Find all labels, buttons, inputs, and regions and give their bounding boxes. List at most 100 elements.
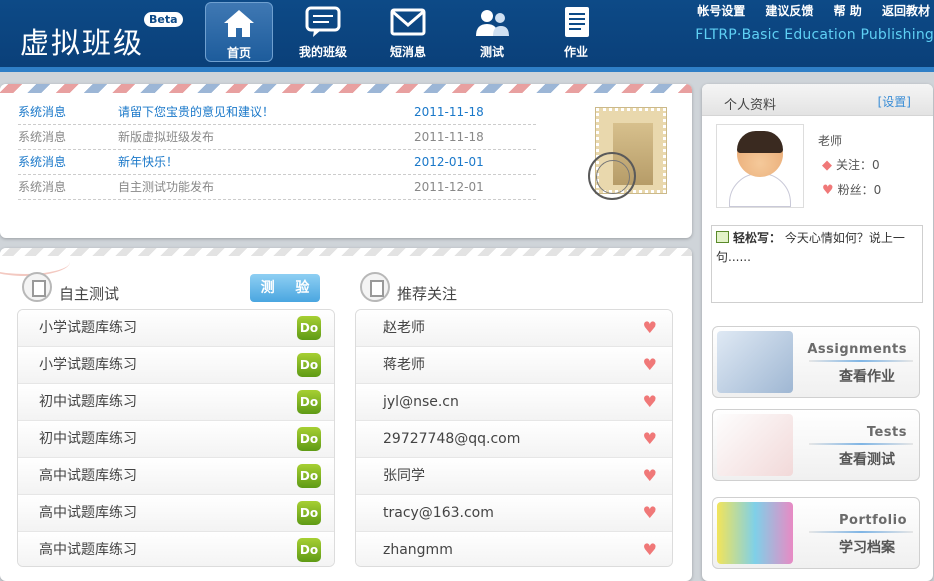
tests-card[interactable]: Tests 查看测试 xyxy=(712,409,920,481)
help-link[interactable]: 帮 助 xyxy=(834,4,862,18)
header-underline xyxy=(0,67,934,72)
avatar[interactable] xyxy=(716,124,804,208)
envelope-icon xyxy=(390,8,426,36)
list-item[interactable]: 小学试题库练习 Do xyxy=(18,347,334,384)
message-row[interactable]: 系统消息 请留下您宝贵的意见和建议！ 2011-11-18 xyxy=(18,100,536,125)
list-item[interactable]: 初中试题库练习 Do xyxy=(18,384,334,421)
nav-label: 首页 xyxy=(226,46,251,60)
feedback-link[interactable]: 建议反馈 xyxy=(765,4,813,18)
airmail-border xyxy=(0,84,692,93)
item-label: 高中试题库练习 xyxy=(39,505,137,521)
portfolio-card[interactable]: Portfolio 学习档案 xyxy=(712,497,920,569)
do-button[interactable]: Do xyxy=(297,501,321,525)
card-title-cn: 查看作业 xyxy=(839,369,895,385)
list-item[interactable]: 小学试题库练习 Do xyxy=(18,310,334,347)
message-type[interactable]: 系统消息 xyxy=(18,175,66,199)
follow-count[interactable]: ◆ 关注：0 xyxy=(822,156,880,173)
follow-label: 关注：0 xyxy=(836,158,880,172)
list-item[interactable]: 蒋老师 ♥ xyxy=(356,347,672,384)
list-item[interactable]: 高中试题库练习 Do xyxy=(18,532,334,566)
nav-home[interactable]: 首页 xyxy=(205,2,273,62)
message-title[interactable]: 新版虚拟班级发布 xyxy=(118,125,214,149)
nav-label: 作业 xyxy=(563,45,588,59)
user-name[interactable]: 张同学 xyxy=(383,458,425,494)
card-title-cn: 查看测试 xyxy=(839,452,895,468)
beta-badge: Beta xyxy=(144,12,183,27)
message-date: 2011-11-18 xyxy=(414,130,484,144)
heart-icon[interactable]: ♥ xyxy=(643,390,657,414)
card-divider xyxy=(809,531,913,533)
pencil-icon xyxy=(716,231,729,243)
status-compose-box[interactable]: 轻松写： 今天心情如何？说上一句...... xyxy=(711,225,923,303)
nav-label: 测试 xyxy=(479,45,504,59)
heart-icon[interactable]: ♥ xyxy=(643,464,657,488)
do-button[interactable]: Do xyxy=(297,390,321,414)
do-button[interactable]: Do xyxy=(297,427,321,451)
assignments-card[interactable]: Assignments 查看作业 xyxy=(712,326,920,398)
list-item[interactable]: 张同学 ♥ xyxy=(356,458,672,495)
app-logo[interactable]: 虚拟班级 xyxy=(20,20,144,62)
list-item[interactable]: 赵老师 ♥ xyxy=(356,310,672,347)
do-button[interactable]: Do xyxy=(297,353,321,377)
heart-icon[interactable]: ♥ xyxy=(643,538,657,562)
list-item[interactable]: jyl@nse.cn ♥ xyxy=(356,384,672,421)
message-title[interactable]: 自主测试功能发布 xyxy=(118,175,214,199)
self-test-list: 小学试题库练习 Do 小学试题库练习 Do 初中试题库练习 Do 初中试题库练习 Do … xyxy=(17,309,335,567)
item-label: 高中试题库练习 xyxy=(39,468,137,484)
heart-icon: ♥ xyxy=(822,183,834,198)
user-name[interactable]: 蒋老师 xyxy=(383,347,425,383)
test-paper-image xyxy=(717,414,793,476)
card-title-en: Assignments xyxy=(807,342,907,357)
message-row[interactable]: 系统消息 新年快乐！ 2012-01-01 xyxy=(18,150,536,175)
stripe-border xyxy=(0,248,692,256)
list-item[interactable]: 29727748@qq.com ♥ xyxy=(356,421,672,458)
heart-icon[interactable]: ♥ xyxy=(643,316,657,340)
user-name[interactable]: 29727748@qq.com xyxy=(383,421,520,457)
list-item[interactable]: 初中试题库练习 Do xyxy=(18,421,334,458)
nav-my-class[interactable]: 我的班级 xyxy=(289,2,357,62)
top-links: 帐号设置 建议反馈 帮 助 返回教材 xyxy=(681,2,930,19)
message-type[interactable]: 系统消息 xyxy=(18,125,66,149)
profile-panel: 个人资料 [设置] 老师 ◆ 关注：0 ♥ 粉丝：0 轻松写： 今天心情如何？说上一… xyxy=(702,84,933,581)
nav-messages[interactable]: 短消息 xyxy=(374,2,442,62)
card-divider xyxy=(809,443,913,445)
fans-count[interactable]: ♥ 粉丝：0 xyxy=(822,181,881,198)
card-title-en: Tests xyxy=(866,425,907,440)
do-button[interactable]: Do xyxy=(297,464,321,488)
portfolio-chart-image xyxy=(717,502,793,564)
list-item[interactable]: 高中试题库练习 Do xyxy=(18,495,334,532)
do-button[interactable]: Do xyxy=(297,316,321,340)
user-name[interactable]: tracy@163.com xyxy=(383,495,494,531)
heart-icon[interactable]: ♥ xyxy=(643,501,657,525)
message-row[interactable]: 系统消息 新版虚拟班级发布 2011-11-18 xyxy=(18,125,536,150)
heart-icon[interactable]: ♥ xyxy=(643,353,657,377)
account-settings-link[interactable]: 帐号设置 xyxy=(697,4,745,18)
profile-header: 个人资料 [设置] xyxy=(702,84,933,116)
user-name[interactable]: zhangmm xyxy=(383,532,453,566)
recommend-list: 赵老师 ♥ 蒋老师 ♥ jyl@nse.cn ♥ 29727748@qq.com ♥ 张… xyxy=(355,309,673,567)
list-item[interactable]: tracy@163.com ♥ xyxy=(356,495,672,532)
message-row[interactable]: 系统消息 自主测试功能发布 2011-12-01 xyxy=(18,175,536,200)
user-name[interactable]: 赵老师 xyxy=(383,310,425,346)
list-item[interactable]: 高中试题库练习 Do xyxy=(18,458,334,495)
heart-icon[interactable]: ♥ xyxy=(643,427,657,451)
notebook-icon xyxy=(22,272,52,302)
user-name[interactable]: jyl@nse.cn xyxy=(383,384,459,420)
lower-panel: 自主测试 测 验 小学试题库练习 Do 小学试题库练习 Do 初中试题库练习 Do 初… xyxy=(0,248,692,581)
message-title[interactable]: 请留下您宝贵的意见和建议！ xyxy=(118,100,274,124)
nav-homework[interactable]: 作业 xyxy=(542,2,610,62)
messages-panel: 系统消息 请留下您宝贵的意见和建议！ 2011-11-18 系统消息 新版虚拟班… xyxy=(0,84,692,238)
message-type[interactable]: 系统消息 xyxy=(18,100,66,124)
card-title-en: Portfolio xyxy=(838,513,907,528)
profile-title: 个人资料 xyxy=(724,98,777,113)
test-button[interactable]: 测 验 xyxy=(250,274,320,302)
message-type[interactable]: 系统消息 xyxy=(18,150,66,174)
recommend-title: 推荐关注 xyxy=(397,285,458,303)
message-title[interactable]: 新年快乐！ xyxy=(118,150,178,174)
profile-settings-link[interactable]: [设置] xyxy=(878,93,911,110)
do-button[interactable]: Do xyxy=(297,538,321,562)
back-to-textbook-link[interactable]: 返回教材 xyxy=(882,4,930,18)
publisher-brand: FLTRP·Basic Education Publishing xyxy=(695,27,934,43)
list-item[interactable]: zhangmm ♥ xyxy=(356,532,672,566)
nav-test[interactable]: 测试 xyxy=(458,2,526,62)
